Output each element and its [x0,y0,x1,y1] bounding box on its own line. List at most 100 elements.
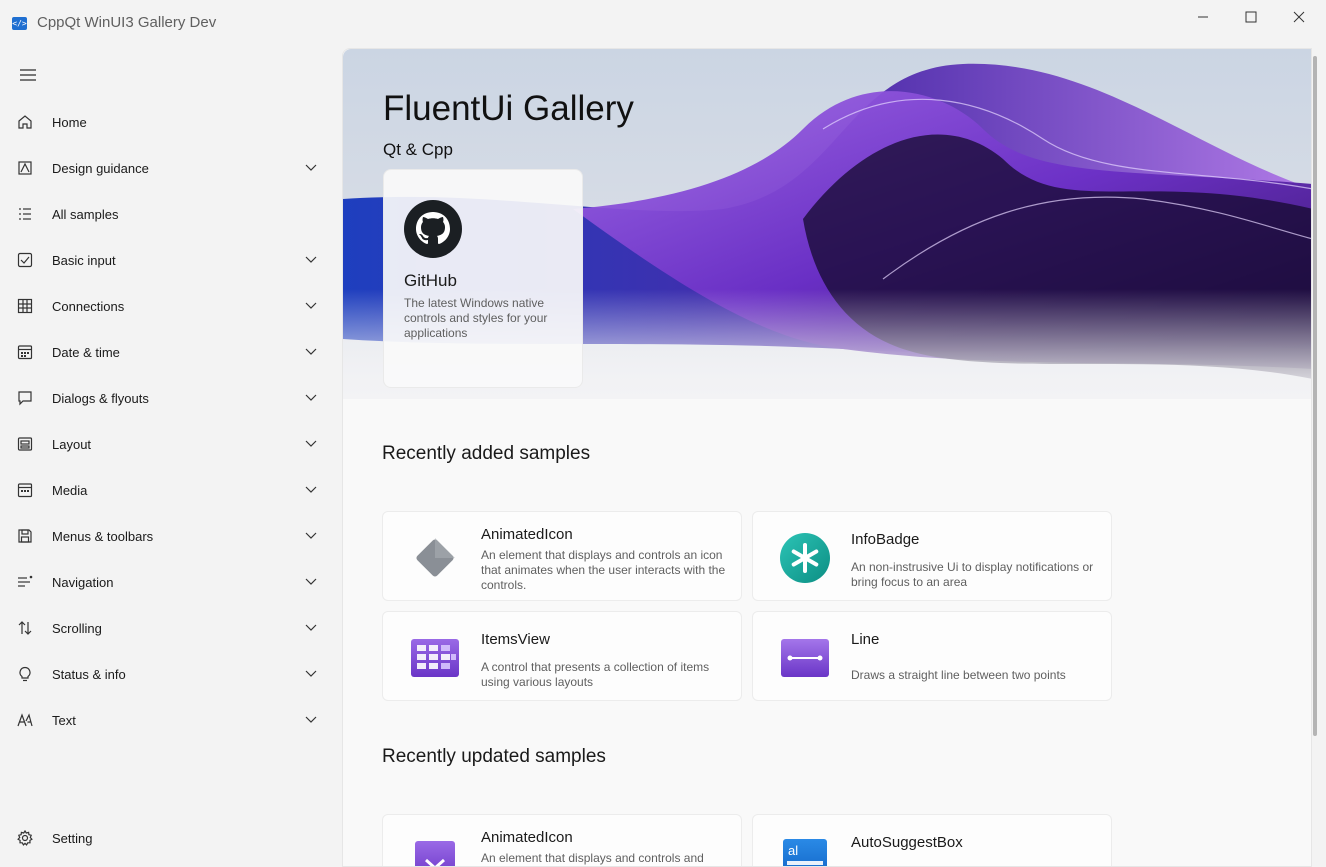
sidebar-item-home[interactable]: Home [4,99,330,145]
github-icon [404,200,462,258]
checkbox-icon [16,251,34,269]
sidebar-item-navigation[interactable]: Navigation [4,559,330,605]
sidebar-item-label: Navigation [52,574,114,590]
sidebar-footer: Setting [4,815,330,861]
sidebar-item-text[interactable]: Text [4,697,330,743]
sidebar-item-all-samples[interactable]: All samples [4,191,330,237]
github-card[interactable]: GitHub The latest Windows native control… [383,169,583,388]
chevron-down-icon [304,299,318,313]
chevron-down-icon [304,529,318,543]
sidebar-item-design-guidance[interactable]: Design guidance [4,145,330,191]
list-icon [16,205,34,223]
chat-icon [16,389,34,407]
chevron-down-icon [304,253,318,267]
animated-icon-diamond [416,538,455,577]
close-button[interactable] [1276,4,1322,30]
sidebar-item-label: All samples [52,206,119,222]
sample-card-title: AnimatedIcon [481,829,573,846]
chevron-down-icon [304,161,318,175]
sidebar-item-label: Layout [52,436,92,452]
sidebar-item-layout[interactable]: Layout [4,421,330,467]
design-guidance-icon [16,159,34,177]
animated-icon-check [415,841,455,866]
chevron-down-icon [304,345,318,359]
line-icon [781,639,829,677]
calendar-icon [16,343,34,361]
main-content: FluentUi Gallery Qt & Cpp GitHub The lat… [342,48,1312,867]
sidebar-item-menus-toolbars[interactable]: Menus & toolbars [4,513,330,559]
sidebar-item-label: Text [52,712,76,728]
sidebar-item-label: Basic input [52,252,116,268]
chevron-down-icon [304,575,318,589]
sidebar-item-status-info[interactable]: Status & info [4,651,330,697]
github-card-description: The latest Windows native controls and s… [404,296,548,340]
gear-icon [16,829,34,847]
sidebar-item-label: Status & info [52,666,126,682]
minimize-button[interactable] [1180,4,1226,30]
save-icon [16,527,34,545]
sample-card-line[interactable]: Line Draws a straight line between two p… [752,611,1112,701]
text-icon [16,711,34,729]
sidebar-item-label: Dialogs & flyouts [52,390,149,406]
window-title: CppQt WinUI3 Gallery Dev [37,14,217,31]
navigation-icon [16,573,34,591]
itemsview-icon [411,639,459,677]
hero-title: FluentUi Gallery [383,89,634,128]
layout-icon [16,435,34,453]
hamburger-button[interactable] [10,62,46,88]
title-bar: </> CppQt WinUI3 Gallery Dev [0,0,1326,48]
recently-added-title: Recently added samples [382,443,591,464]
github-card-title: GitHub [404,271,457,290]
sidebar-item-label: Design guidance [52,160,149,176]
chevron-down-icon [304,621,318,635]
sidebar-item-label: Scrolling [52,620,102,636]
sidebar-item-label: Connections [52,298,125,314]
sample-card-itemsview[interactable]: ItemsView A control that presents a coll… [382,611,742,701]
sample-card-title: Line [851,631,880,648]
close-icon [1293,11,1305,23]
maximize-icon [1245,11,1257,23]
sample-card-autosuggestbox[interactable]: al AutoSuggestBox [752,814,1112,866]
sample-card-description: Draws a straight line between two points [851,668,1066,682]
sidebar-item-label: Setting [52,830,93,846]
recently-updated-title: Recently updated samples [382,746,606,767]
infobadge-icon [780,533,830,583]
autosuggestbox-icon: al [783,839,827,866]
maximize-button[interactable] [1228,4,1274,30]
sample-card-title: InfoBadge [851,531,920,548]
sample-card-description: An non-instrusive Ui to display notifica… [851,560,1094,589]
grid-icon [16,297,34,315]
chevron-down-icon [304,483,318,497]
nav-list: Home Design guidance All samples Basic i… [4,99,330,743]
sidebar-item-scrolling[interactable]: Scrolling [4,605,330,651]
svg-text:al: al [788,843,798,858]
chevron-down-icon [304,437,318,451]
sidebar-item-dialogs-flyouts[interactable]: Dialogs & flyouts [4,375,330,421]
hamburger-icon [20,69,36,81]
sidebar-item-label: Media [52,482,88,498]
chevron-down-icon [304,667,318,681]
sidebar-item-basic-input[interactable]: Basic input [4,237,330,283]
hero-subtitle: Qt & Cpp [383,140,453,159]
minimize-icon [1198,16,1208,18]
sample-card-title: AnimatedIcon [481,526,573,543]
chevron-down-icon [304,713,318,727]
sample-card-animatedicon[interactable]: AnimatedIcon An element that displays an… [382,511,742,601]
sample-card-description: A control that presents a collection of … [481,660,710,689]
sample-card-infobadge[interactable]: InfoBadge An non-instrusive Ui to displa… [752,511,1112,601]
media-icon [16,481,34,499]
sidebar-item-label: Menus & toolbars [52,528,154,544]
sample-card-title: ItemsView [481,631,550,648]
sample-card-animatedicon-updated[interactable]: AnimatedIcon An element that displays an… [382,814,742,866]
sidebar-item-setting[interactable]: Setting [4,815,330,861]
sidebar-item-date-time[interactable]: Date & time [4,329,330,375]
sample-card-description: An element that displays and controls an… [481,851,704,865]
vertical-scrollbar[interactable] [1313,56,1317,736]
app-icon: </> [12,17,27,30]
scrolling-icon [16,619,34,637]
sample-card-description: An element that displays and controls an… [481,548,726,592]
sidebar-item-media[interactable]: Media [4,467,330,513]
sidebar-item-connections[interactable]: Connections [4,283,330,329]
sidebar-item-label: Home [52,114,87,130]
navigation-sidebar: Home Design guidance All samples Basic i… [0,48,338,867]
